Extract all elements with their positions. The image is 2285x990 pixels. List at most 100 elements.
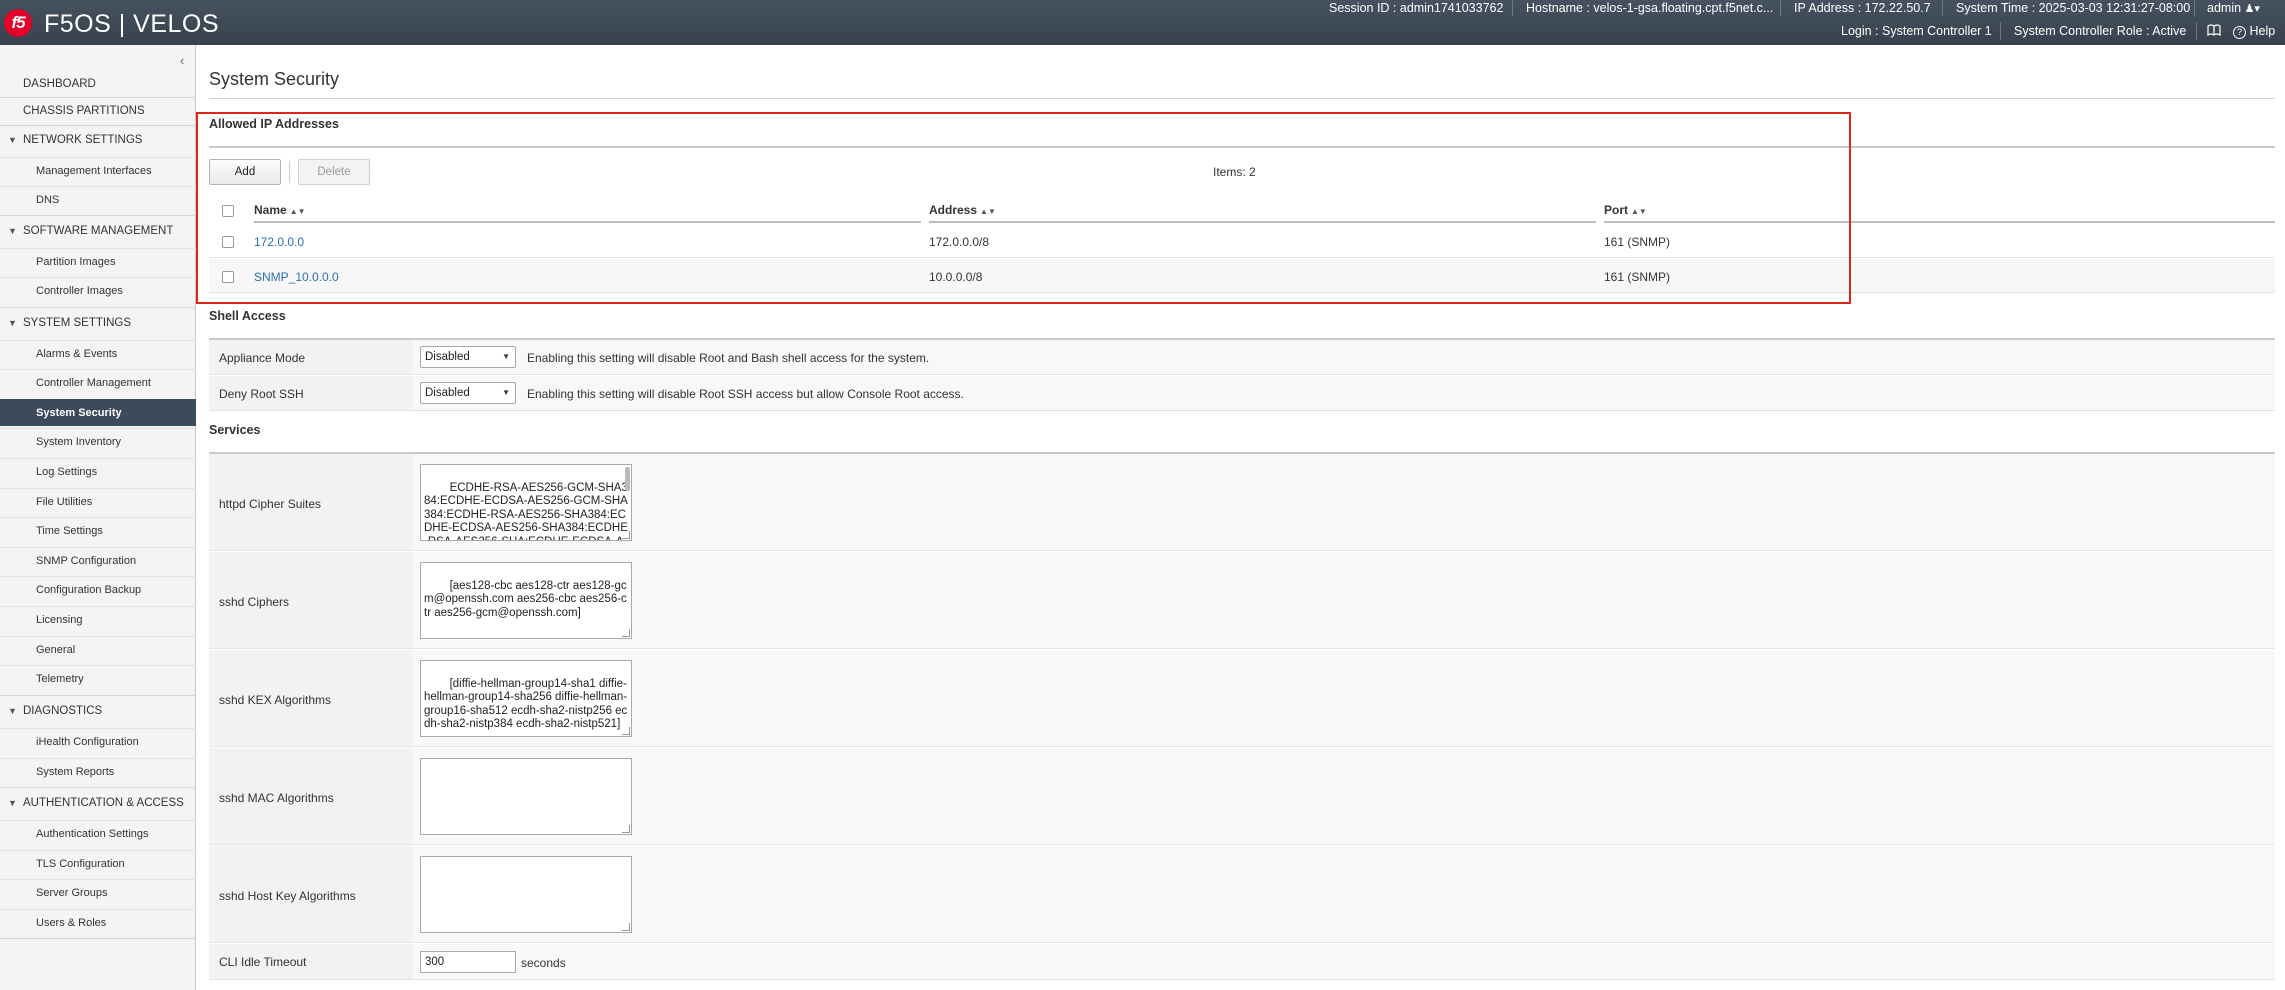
add-button[interactable]: Add: [209, 159, 281, 185]
nav-ihealth-configuration[interactable]: iHealth Configuration: [0, 728, 196, 755]
resize-handle-icon[interactable]: [622, 727, 630, 735]
help-icon: ?: [2233, 26, 2246, 39]
cli-idle-input[interactable]: 300: [420, 951, 516, 973]
nav-chassis-partitions[interactable]: CHASSIS PARTITIONS: [0, 98, 196, 124]
row-name-link[interactable]: 172.0.0.0: [254, 235, 304, 249]
nav-snmp-configuration[interactable]: SNMP Configuration: [0, 547, 196, 574]
controller-role: System Controller Role : Active: [2014, 24, 2187, 38]
row-checkbox[interactable]: [222, 271, 234, 283]
nav-server-groups[interactable]: Server Groups: [0, 879, 196, 906]
header-divider: [2000, 22, 2001, 40]
dropdown-arrow-icon: ▼: [502, 388, 510, 397]
httpd-cipher-textarea[interactable]: ECDHE-RSA-AES256-GCM-SHA384:ECDHE-ECDSA-…: [420, 464, 632, 541]
nav-log-settings[interactable]: Log Settings: [0, 458, 196, 485]
resize-handle-icon[interactable]: [622, 629, 630, 637]
nav-management-interfaces[interactable]: Management Interfaces: [0, 157, 196, 184]
nav-general[interactable]: General: [0, 636, 196, 663]
caret-down-icon: ▼: [8, 318, 17, 328]
nav-system-security[interactable]: System Security: [0, 399, 196, 426]
column-header-name[interactable]: Name ▲▼: [254, 203, 306, 217]
nav-controller-images[interactable]: Controller Images: [0, 277, 196, 304]
nav-group-label: AUTHENTICATION & ACCESS: [23, 797, 184, 809]
httpd-cipher-label: httpd Cipher Suites: [219, 497, 322, 511]
nav-divider: [0, 695, 196, 696]
system-time: System Time : 2025-03-03 12:31:27-08:00: [1956, 1, 2191, 15]
page-title: System Security: [209, 69, 340, 89]
nav-time-settings[interactable]: Time Settings: [0, 517, 196, 544]
nav-group-authentication-access[interactable]: ▼ AUTHENTICATION & ACCESS: [0, 790, 196, 816]
section-divider: [209, 146, 2275, 148]
row-address: 10.0.0.0/8: [929, 270, 983, 284]
nav-group-label: SOFTWARE MANAGEMENT: [23, 225, 174, 237]
nav-telemetry[interactable]: Telemetry: [0, 665, 196, 692]
setting-value-cell: [413, 846, 2275, 942]
header-divider: [2194, 0, 2195, 16]
nav-file-utilities[interactable]: File Utilities: [0, 488, 196, 515]
nav-system-inventory[interactable]: System Inventory: [0, 428, 196, 455]
nav-authentication-settings[interactable]: Authentication Settings: [0, 820, 196, 847]
help-link[interactable]: ? Help: [2233, 24, 2275, 39]
nav-users-roles[interactable]: Users & Roles: [0, 909, 196, 936]
column-header-address[interactable]: Address ▲▼: [929, 203, 996, 217]
textarea-value: [aes128-cbc aes128-ctr aes128-gcm@openss…: [424, 579, 627, 619]
sshd-kex-row: sshd KEX Algorithms [diffie-hellman-grou…: [209, 650, 2275, 747]
sshd-hostkey-textarea[interactable]: [420, 856, 632, 933]
select-all-checkbox[interactable]: [222, 205, 234, 217]
sshd-mac-textarea[interactable]: [420, 758, 632, 835]
textarea-value: ECDHE-RSA-AES256-GCM-SHA384:ECDHE-ECDSA-…: [424, 481, 628, 540]
setting-value-cell: 300 seconds: [413, 944, 2275, 979]
nav-partition-images[interactable]: Partition Images: [0, 248, 196, 275]
caret-down-icon: ▼: [8, 798, 17, 808]
sort-icon: ▲▼: [980, 207, 996, 216]
resize-handle-icon[interactable]: [622, 825, 630, 833]
caret-down-icon: ▼: [8, 706, 17, 716]
collapse-sidebar-icon[interactable]: ‹: [180, 53, 184, 68]
appliance-mode-select[interactable]: Disabled ▼: [420, 346, 516, 368]
resize-handle-icon[interactable]: [622, 531, 630, 539]
docs-icon[interactable]: [2207, 24, 2221, 39]
deny-root-ssh-select[interactable]: Disabled ▼: [420, 382, 516, 404]
sort-icon: ▲▼: [289, 207, 306, 216]
row-checkbox[interactable]: [222, 236, 234, 248]
column-header-port[interactable]: Port ▲▼: [1604, 203, 1647, 217]
sshd-kex-textarea[interactable]: [diffie-hellman-group14-sha1 diffie-hell…: [420, 660, 632, 737]
header-underline: [929, 221, 1596, 223]
setting-value-cell: [diffie-hellman-group14-sha1 diffie-hell…: [413, 650, 2275, 746]
nav-dashboard[interactable]: DASHBOARD: [0, 71, 196, 97]
row-port: 161 (SNMP): [1604, 270, 1671, 284]
column-label: Port: [1604, 203, 1628, 217]
nav-licensing[interactable]: Licensing: [0, 606, 196, 633]
nav-dns[interactable]: DNS: [0, 186, 196, 213]
allowed-ip-section-title: Allowed IP Addresses: [209, 117, 339, 131]
select-value: Disabled: [425, 387, 470, 399]
nav-group-system-settings[interactable]: ▼ SYSTEM SETTINGS: [0, 310, 196, 336]
header-divider: [1942, 0, 1943, 16]
user-menu[interactable]: admin ♟▾: [2207, 1, 2260, 15]
ip-address: IP Address : 172.22.50.7: [1794, 1, 1931, 15]
nav-divider: [0, 938, 196, 939]
resize-handle-icon[interactable]: [622, 923, 630, 931]
nav-group-diagnostics[interactable]: ▼ DIAGNOSTICS: [0, 698, 196, 724]
row-name-link[interactable]: SNMP_10.0.0.0: [254, 270, 339, 284]
nav-group-software-management[interactable]: ▼ SOFTWARE MANAGEMENT: [0, 218, 196, 244]
toolbar-divider: [289, 161, 290, 183]
deny-root-ssh-hint: Enabling this setting will disable Root …: [527, 387, 964, 401]
sshd-ciphers-textarea[interactable]: [aes128-cbc aes128-ctr aes128-gcm@openss…: [420, 562, 632, 639]
nav-divider: [0, 215, 196, 216]
httpd-cipher-row: httpd Cipher Suites ECDHE-RSA-AES256-GCM…: [209, 454, 2275, 551]
scrollbar-thumb[interactable]: [625, 467, 630, 491]
nav-group-network-settings[interactable]: ▼ NETWORK SETTINGS: [0, 127, 196, 153]
setting-value-cell: Disabled ▼ Enabling this setting will di…: [413, 340, 2275, 374]
nav-configuration-backup[interactable]: Configuration Backup: [0, 576, 196, 603]
nav-tls-configuration[interactable]: TLS Configuration: [0, 850, 196, 877]
sshd-ciphers-label: sshd Ciphers: [219, 595, 290, 609]
caret-down-icon: ▼: [8, 135, 17, 145]
appliance-mode-row: Appliance Mode Disabled ▼ Enabling this …: [209, 340, 2275, 375]
nav-system-reports[interactable]: System Reports: [0, 758, 196, 785]
top-header: f5 F5OS | VELOS Session ID : admin174103…: [0, 0, 2285, 45]
shell-access-section-title: Shell Access: [209, 309, 286, 323]
textarea-value: [diffie-hellman-group14-sha1 diffie-hell…: [424, 677, 628, 731]
nav-controller-management[interactable]: Controller Management: [0, 369, 196, 396]
nav-alarms-events[interactable]: Alarms & Events: [0, 340, 196, 367]
delete-button[interactable]: Delete: [298, 159, 370, 185]
